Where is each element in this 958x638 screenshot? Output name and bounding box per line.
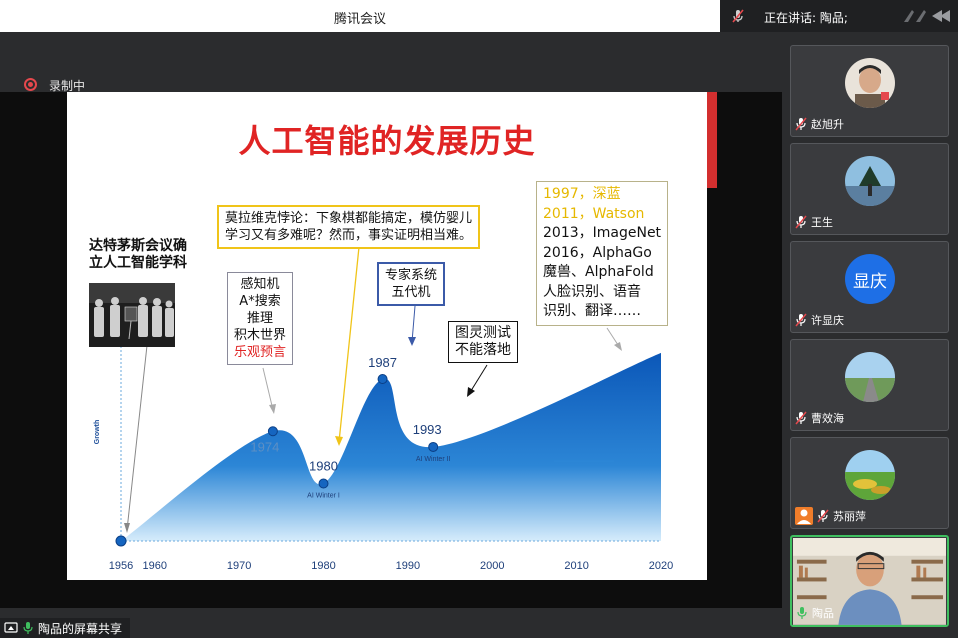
- point-label: 1993: [413, 422, 442, 437]
- slide: 人工智能的发展历史 Growth 1956 1960 1970 1980 199…: [67, 92, 707, 580]
- mic-muted-icon: [795, 117, 807, 131]
- dartmouth-photo: [89, 283, 175, 347]
- moravec-box: 莫拉维克悖论：下象棋都能搞定，模仿婴儿 学习又有多难呢？然而，事实证明相当难。: [217, 205, 481, 249]
- participant-tile-active[interactable]: 陶品: [790, 535, 949, 627]
- arrow-1974: [262, 367, 274, 411]
- participant-tile[interactable]: 赵旭升: [790, 45, 949, 137]
- record-icon: [24, 78, 37, 91]
- x-tick-label: 1980: [311, 560, 335, 572]
- share-label: 陶品的屏幕共享: [38, 621, 123, 636]
- title-bar: 腾讯会议: [0, 0, 720, 32]
- slide-frame: 人工智能的发展历史 Growth 1956 1960 1970 1980 199…: [0, 92, 782, 608]
- tree-photo-avatar: [845, 156, 895, 206]
- screen-share-area: 录制中 人工智能的发展历史 Growth 1956 1960 1970 1980…: [0, 32, 782, 638]
- x-tick-label: 2020: [649, 560, 673, 572]
- mic-muted-icon: [795, 411, 807, 425]
- arrow-moravec: [338, 246, 360, 443]
- meeting-window: 腾讯会议 正在讲话: 陶品; 录制中 人工智能的发展历史 Growth 1956…: [0, 0, 958, 638]
- milestones-box: 1997，深蓝 2011，Watson 2013，ImageNet 2016，A…: [536, 181, 669, 326]
- data-point: [115, 535, 127, 547]
- speaker-bar: 正在讲话: 陶品;: [720, 0, 958, 32]
- participant-tile[interactable]: 显庆 许显庆: [790, 241, 949, 333]
- participant-name: 赵旭升: [811, 118, 844, 131]
- box-1974: 感知机 A*搜索 推理 积木世界 乐观预言: [227, 272, 294, 365]
- arrow-dartmouth: [126, 326, 150, 531]
- mic-icon: [797, 607, 807, 619]
- share-tag[interactable]: 陶品的屏幕共享: [0, 618, 131, 638]
- expert-box: 专家系统 五代机: [377, 262, 446, 306]
- ai-winter-2-label: AI Winter II: [416, 456, 451, 463]
- participant-panel: 赵旭升 王生 显庆 许显庆 曹效海 苏丽萍 陶品: [782, 32, 958, 638]
- point-label: 1974: [250, 439, 279, 454]
- photo-avatar: [845, 58, 895, 108]
- mic-icon: [23, 622, 33, 634]
- speaking-indicator: 正在讲话: 陶品;: [764, 11, 848, 25]
- slide-accent-bar: [707, 92, 717, 188]
- x-tick-label: 1970: [227, 560, 251, 572]
- data-point: [377, 374, 388, 385]
- window-title: 腾讯会议: [333, 12, 386, 27]
- turing-box: 图灵测试 不能落地: [448, 321, 518, 363]
- initials-avatar: 显庆: [845, 254, 895, 304]
- data-point: [428, 441, 439, 452]
- mic-muted-icon[interactable]: [730, 8, 746, 24]
- x-tick-label: 1956: [109, 560, 133, 572]
- growth-area: [121, 352, 661, 541]
- road-photo-avatar: [845, 352, 895, 402]
- mic-muted-icon: [817, 509, 829, 523]
- y-axis-label: Growth: [94, 420, 101, 445]
- participant-name: 苏丽萍: [833, 510, 866, 523]
- host-person-icon: [795, 507, 813, 525]
- window-controls-icon[interactable]: [902, 8, 952, 24]
- x-tick-label: 1960: [143, 560, 167, 572]
- screen-share-icon: [4, 622, 18, 633]
- x-tick-label: 1990: [396, 560, 420, 572]
- participant-tile[interactable]: 王生: [790, 143, 949, 235]
- participant-name: 陶品: [812, 607, 834, 620]
- mic-muted-icon: [795, 313, 807, 327]
- data-point: [318, 478, 329, 489]
- data-point: [267, 426, 278, 437]
- share-status-bar: 陶品的屏幕共享: [0, 616, 782, 638]
- participant-name: 许显庆: [811, 314, 844, 327]
- participant-tile[interactable]: 苏丽萍: [790, 437, 949, 529]
- mic-muted-icon: [795, 215, 807, 229]
- participant-name: 曹效海: [811, 412, 844, 425]
- dartmouth-note: 达特茅斯会议确 立人工智能学科: [89, 238, 187, 271]
- field-photo-avatar: [845, 450, 895, 500]
- x-tick-label: 2010: [564, 560, 588, 572]
- point-label: 1987: [368, 355, 397, 370]
- arrow-expert: [411, 305, 416, 343]
- participant-tile[interactable]: 曹效海: [790, 339, 949, 431]
- x-tick-label: 2000: [480, 560, 504, 572]
- point-label: 1980: [309, 459, 338, 474]
- ai-winter-1-label: AI Winter I: [307, 493, 340, 500]
- participant-name: 王生: [811, 216, 833, 229]
